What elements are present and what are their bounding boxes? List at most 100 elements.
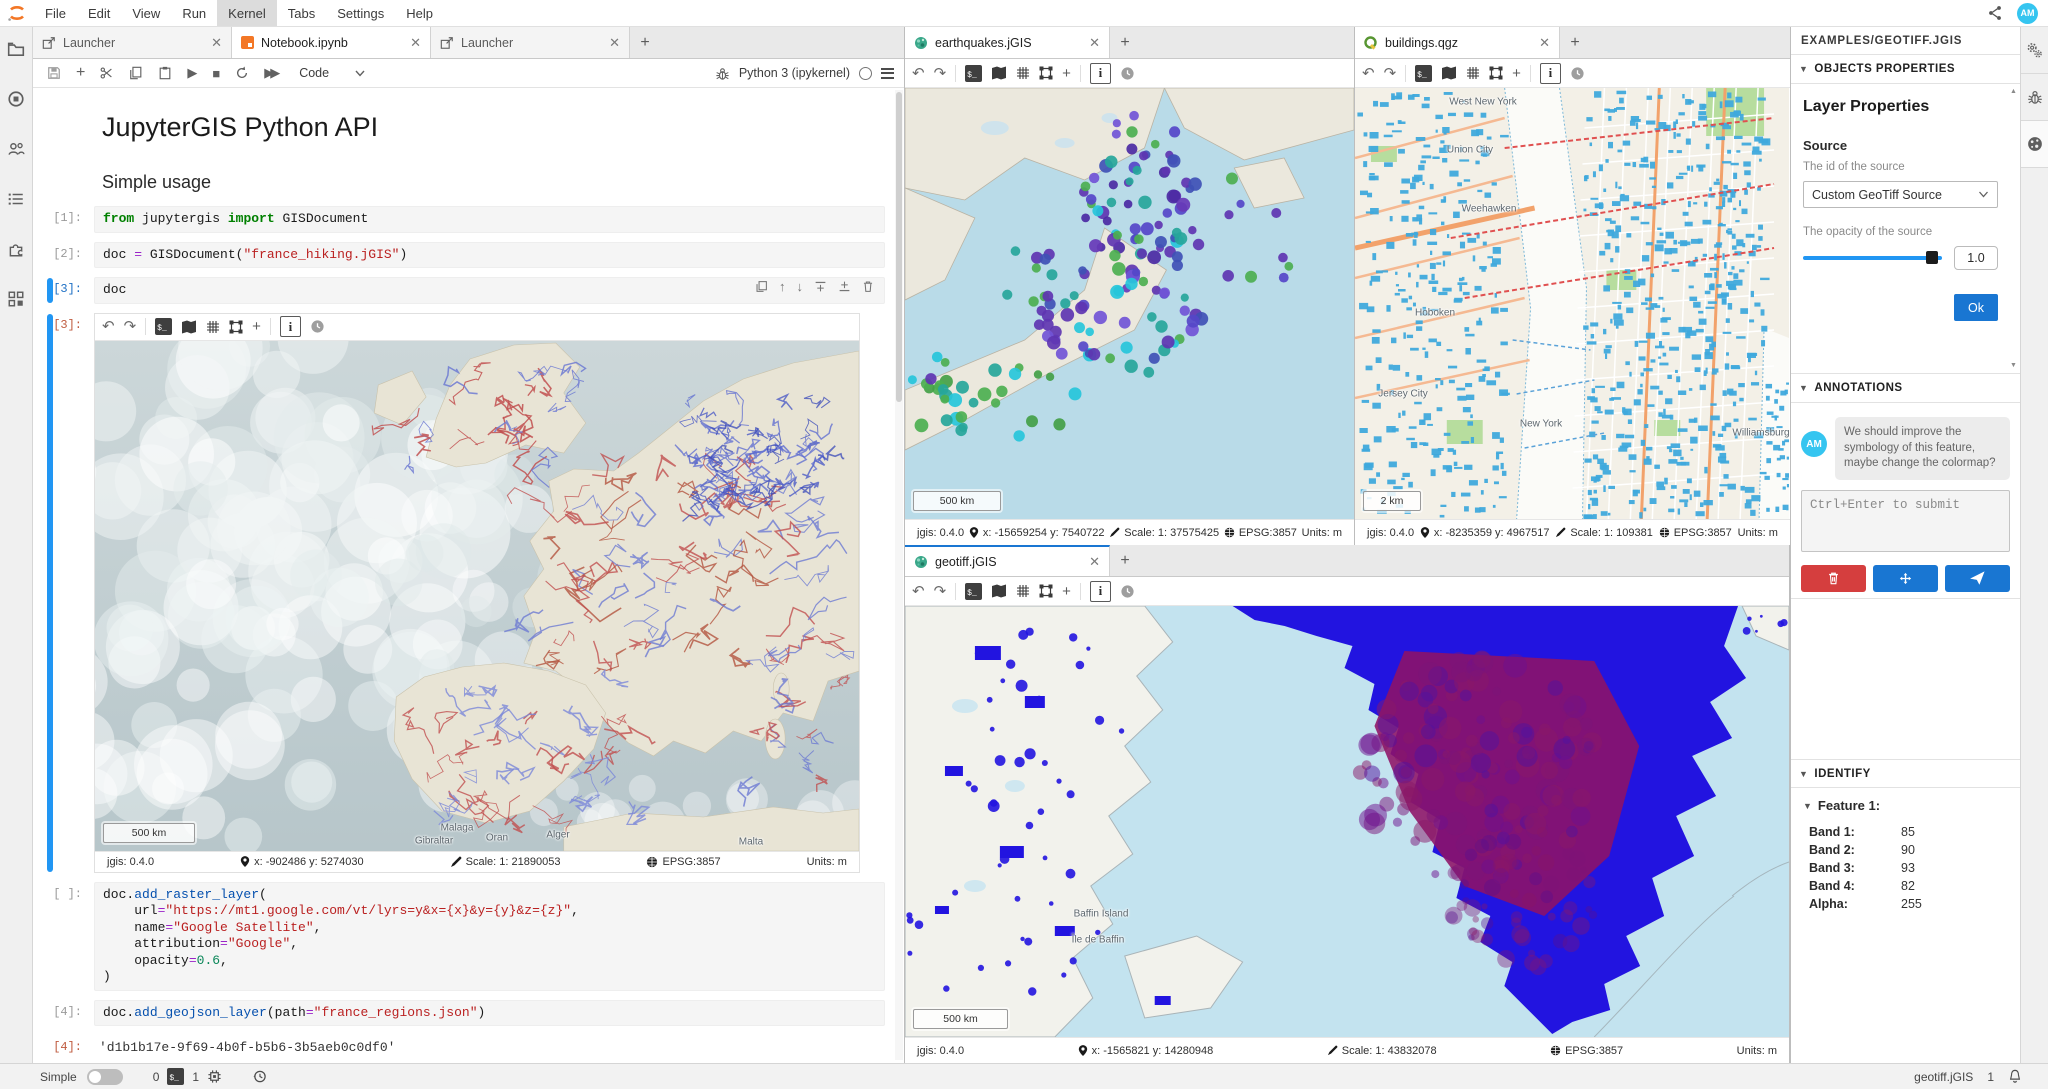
extension-manager-icon[interactable] (6, 239, 26, 259)
property-inspector-tab[interactable] (2021, 27, 2048, 74)
tab-geotiff[interactable]: geotiff.jGIS ✕ (905, 545, 1110, 576)
run-all-cells-icon[interactable]: ▶▶ (264, 65, 276, 81)
menu-edit[interactable]: Edit (77, 0, 121, 26)
cut-cells-icon[interactable] (100, 66, 114, 80)
grid-icon[interactable] (206, 320, 220, 334)
running-sessions-icon[interactable] (6, 89, 26, 109)
opacity-value[interactable]: 1.0 (1954, 246, 1998, 270)
console-icon[interactable]: $_ (965, 65, 982, 82)
tab-notebook[interactable]: Notebook.ipynb ✕ (232, 27, 431, 58)
temporal-controller-icon[interactable] (1120, 584, 1135, 599)
delete-annotation-button[interactable] (1801, 565, 1866, 592)
kernel-chip-icon[interactable] (207, 1069, 222, 1084)
run-cell-icon[interactable]: ▶ (187, 65, 197, 81)
annotations-section-header[interactable]: ▼ ANNOTATIONS (1791, 374, 2020, 403)
new-tab-button[interactable]: + (1560, 27, 1590, 58)
insert-cell-below-icon[interactable] (838, 280, 851, 293)
close-icon[interactable]: ✕ (1089, 35, 1100, 51)
new-tab-button[interactable]: + (1110, 545, 1140, 576)
undo-icon[interactable]: ↶ (912, 66, 925, 81)
basemap-icon[interactable] (1441, 66, 1457, 80)
temporal-controller-icon[interactable] (1120, 66, 1135, 81)
move-cell-down-icon[interactable]: ↓ (797, 279, 804, 294)
save-icon[interactable] (47, 66, 61, 80)
code-editor[interactable]: doc.add_geojson_layer(path="france_regio… (94, 1000, 885, 1027)
debugger-bug-icon[interactable] (715, 66, 730, 81)
basemap-icon[interactable] (181, 320, 197, 334)
grid-icon[interactable] (1466, 66, 1480, 80)
duplicate-cell-icon[interactable] (755, 280, 768, 293)
code-editor[interactable]: doc = GISDocument("france_hiking.jGIS") (94, 242, 885, 269)
menu-tabs[interactable]: Tabs (277, 0, 326, 26)
insert-cell-above-icon[interactable] (814, 280, 827, 293)
opacity-slider[interactable] (1803, 256, 1942, 260)
gis-panel-tab[interactable] (2021, 121, 2048, 168)
objects-properties-section-header[interactable]: ▼ OBJECTS PROPERTIES (1791, 55, 2020, 84)
history-icon[interactable] (252, 1069, 267, 1084)
close-icon[interactable]: ✕ (1089, 554, 1100, 570)
bounding-box-icon[interactable] (1039, 584, 1053, 598)
identify-section-header[interactable]: ▼ IDENTIFY (1791, 759, 2020, 788)
current-document-label[interactable]: geotiff.jGIS (1914, 1070, 1973, 1084)
grid-icon[interactable] (1016, 584, 1030, 598)
close-icon[interactable]: ✕ (1539, 35, 1550, 51)
redo-icon[interactable]: ↷ (934, 66, 947, 81)
identify-tool-icon[interactable]: i (1090, 63, 1111, 84)
menu-settings[interactable]: Settings (326, 0, 395, 26)
buildings-map[interactable]: West New YorkUnion CityWeehawkenHobokenJ… (1355, 88, 1789, 519)
file-browser-icon[interactable] (6, 39, 26, 59)
simple-mode-toggle[interactable] (87, 1069, 123, 1085)
annotation-input[interactable] (1801, 490, 2010, 552)
identify-tool-icon[interactable]: i (1090, 581, 1111, 602)
temporal-controller-icon[interactable] (1570, 66, 1585, 81)
kernel-name[interactable]: Python 3 (ipykernel) (739, 66, 850, 80)
console-icon[interactable]: $_ (155, 318, 172, 335)
add-layer-icon[interactable]: + (1512, 65, 1521, 82)
source-select[interactable]: Custom GeoTiff Source (1803, 181, 1998, 208)
code-editor[interactable]: doc.add_raster_layer( url="https://mt1.g… (94, 882, 885, 991)
debugger-tab[interactable] (2021, 74, 2048, 121)
hamburger-menu-icon[interactable] (881, 68, 894, 79)
collaboration-users-icon[interactable] (6, 139, 26, 159)
menu-view[interactable]: View (121, 0, 171, 26)
ok-button[interactable]: Ok (1954, 294, 1998, 321)
share-icon[interactable] (1987, 5, 2003, 21)
grid-icon[interactable] (1016, 66, 1030, 80)
undo-icon[interactable]: ↶ (912, 584, 925, 599)
slider-knob[interactable] (1926, 251, 1938, 264)
basemap-icon[interactable] (991, 584, 1007, 598)
close-icon[interactable]: ✕ (609, 35, 620, 51)
identify-tool-icon[interactable]: i (1540, 63, 1561, 84)
new-tab-button[interactable]: + (1110, 27, 1140, 58)
menu-run[interactable]: Run (171, 0, 217, 26)
menu-kernel[interactable]: Kernel (217, 0, 277, 26)
bounding-box-icon[interactable] (1489, 66, 1503, 80)
scroll-up-icon[interactable]: ▲ (2009, 88, 2018, 95)
basemap-icon[interactable] (991, 66, 1007, 80)
bounding-box-icon[interactable] (1039, 66, 1053, 80)
redo-icon[interactable]: ↷ (124, 319, 137, 334)
submit-annotation-button[interactable] (1945, 565, 2010, 592)
menu-file[interactable]: File (34, 0, 77, 26)
restart-kernel-icon[interactable] (235, 66, 249, 80)
console-icon[interactable]: $_ (1415, 65, 1432, 82)
france-map[interactable]: GibraltarMalagaOranAlgerMalta 500 km (95, 341, 859, 851)
terminal-icon[interactable]: $_ (167, 1068, 184, 1085)
insert-cell-icon[interactable]: + (76, 64, 85, 82)
feature-header[interactable]: ▼ Feature 1: (1803, 798, 2008, 813)
delete-cell-icon[interactable] (862, 280, 874, 293)
redo-icon[interactable]: ↷ (1384, 66, 1397, 81)
center-annotation-button[interactable] (1873, 565, 1938, 592)
console-icon[interactable]: $_ (965, 583, 982, 600)
scroll-down-icon[interactable]: ▼ (2009, 362, 2018, 369)
bell-icon[interactable] (2008, 1069, 2022, 1084)
bounding-box-icon[interactable] (229, 320, 243, 334)
stop-kernel-icon[interactable]: ■ (212, 66, 220, 81)
menu-help[interactable]: Help (395, 0, 444, 26)
tab-buildings[interactable]: buildings.qgz ✕ (1355, 27, 1560, 58)
redo-icon[interactable]: ↷ (934, 584, 947, 599)
undo-icon[interactable]: ↶ (102, 319, 115, 334)
cell-type-select[interactable]: Code (299, 66, 329, 80)
user-avatar[interactable]: AM (2017, 3, 2038, 24)
code-editor[interactable]: from jupytergis import GISDocument (94, 206, 885, 233)
